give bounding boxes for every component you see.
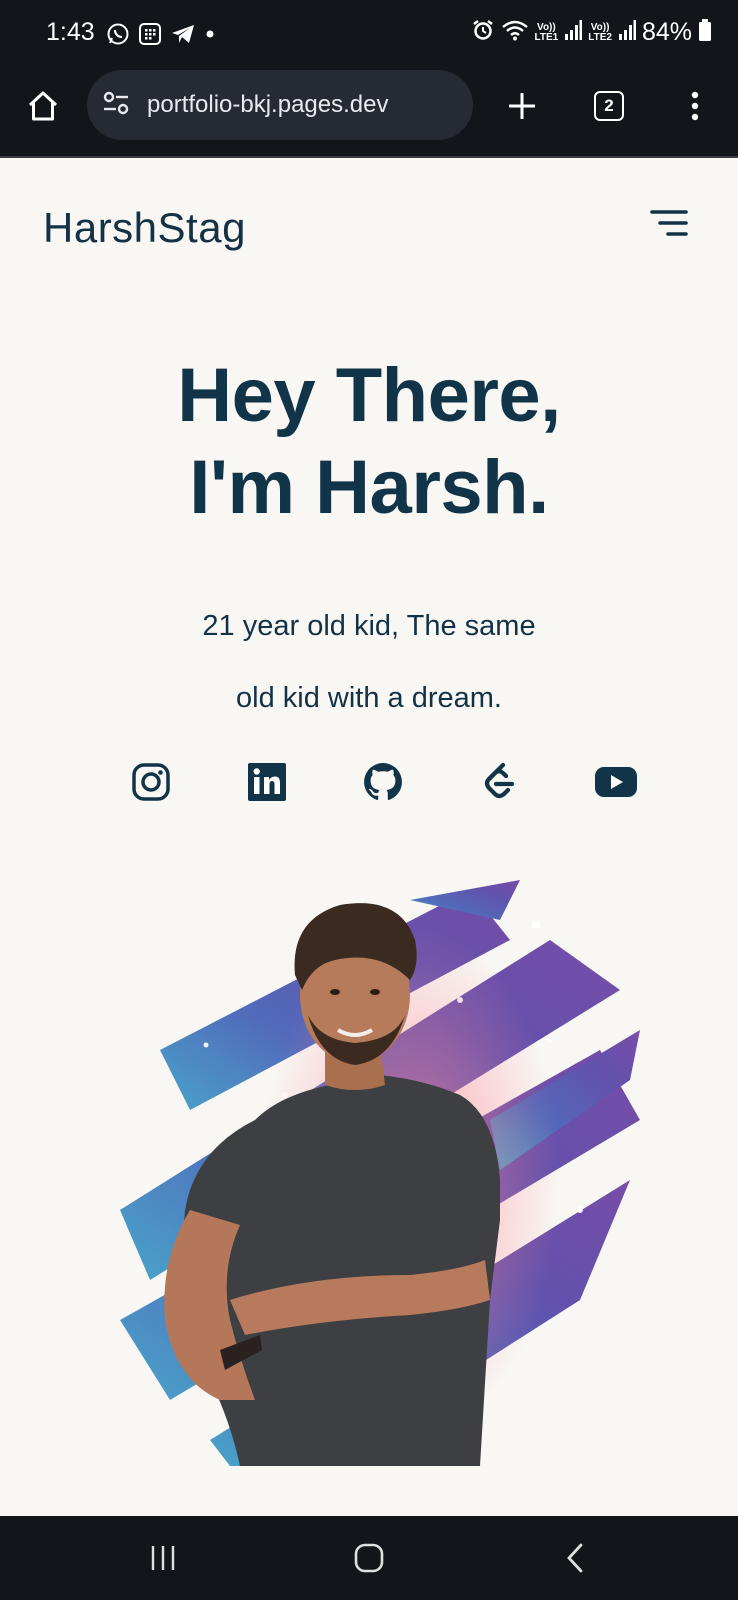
dot-icon	[204, 22, 216, 51]
sim1-label: Vo)) LTE1	[534, 21, 559, 43]
telegram-icon	[170, 22, 196, 51]
browser-toolbar: portfolio-bkj.pages.dev 2	[0, 70, 738, 158]
linkedin-icon[interactable]	[245, 760, 289, 804]
home-icon[interactable]	[23, 86, 63, 126]
leetcode-icon[interactable]	[477, 760, 521, 804]
more-menu-icon[interactable]	[675, 86, 715, 126]
instagram-icon[interactable]	[129, 760, 173, 804]
github-icon[interactable]	[361, 760, 405, 804]
home-nav-icon[interactable]	[349, 1538, 389, 1578]
page-title: Hey There, I'm Harsh.	[0, 350, 738, 534]
sim2-text: LTE2	[588, 31, 612, 43]
headline-line-1: Hey There,	[177, 353, 561, 438]
url-text[interactable]: portfolio-bkj.pages.dev	[147, 91, 388, 119]
tagline-line-2: old kid with a dream.	[236, 682, 502, 714]
tagline: 21 year old kid, The same old kid with a…	[0, 590, 738, 734]
address-bar[interactable]: portfolio-bkj.pages.dev	[87, 70, 473, 140]
hero-portrait-image	[80, 880, 660, 1466]
status-bar: 1:43 Vo)) LTE1 Vo)) LTE2 84%	[0, 0, 738, 70]
headline-line-2: I'm Harsh.	[189, 445, 549, 530]
tab-count[interactable]: 2	[594, 91, 624, 121]
tagline-line-1: 21 year old kid, The same	[202, 610, 536, 642]
site-settings-icon[interactable]	[101, 88, 131, 123]
battery-percent: 84%	[641, 18, 692, 46]
system-nav-bar	[0, 1516, 738, 1600]
recents-icon[interactable]	[143, 1538, 183, 1578]
status-time: 1:43	[46, 18, 95, 46]
battery-icon	[698, 18, 712, 47]
signal-2-icon	[618, 19, 636, 46]
back-icon[interactable]	[556, 1538, 596, 1578]
social-links	[0, 760, 738, 808]
hamburger-menu-icon[interactable]	[648, 208, 690, 242]
new-tab-icon[interactable]	[502, 86, 542, 126]
whatsapp-icon	[106, 22, 130, 51]
sim1-text: LTE1	[534, 31, 559, 43]
tabs-icon[interactable]: 2	[589, 86, 629, 126]
alarm-icon	[471, 18, 495, 47]
sim-toolkit-icon	[138, 22, 162, 51]
youtube-icon[interactable]	[594, 760, 638, 804]
brand-logo[interactable]: HarshStag	[43, 204, 246, 252]
sim2-label: Vo)) LTE2	[588, 21, 612, 43]
signal-1-icon	[564, 19, 583, 46]
wifi-icon	[501, 18, 529, 47]
